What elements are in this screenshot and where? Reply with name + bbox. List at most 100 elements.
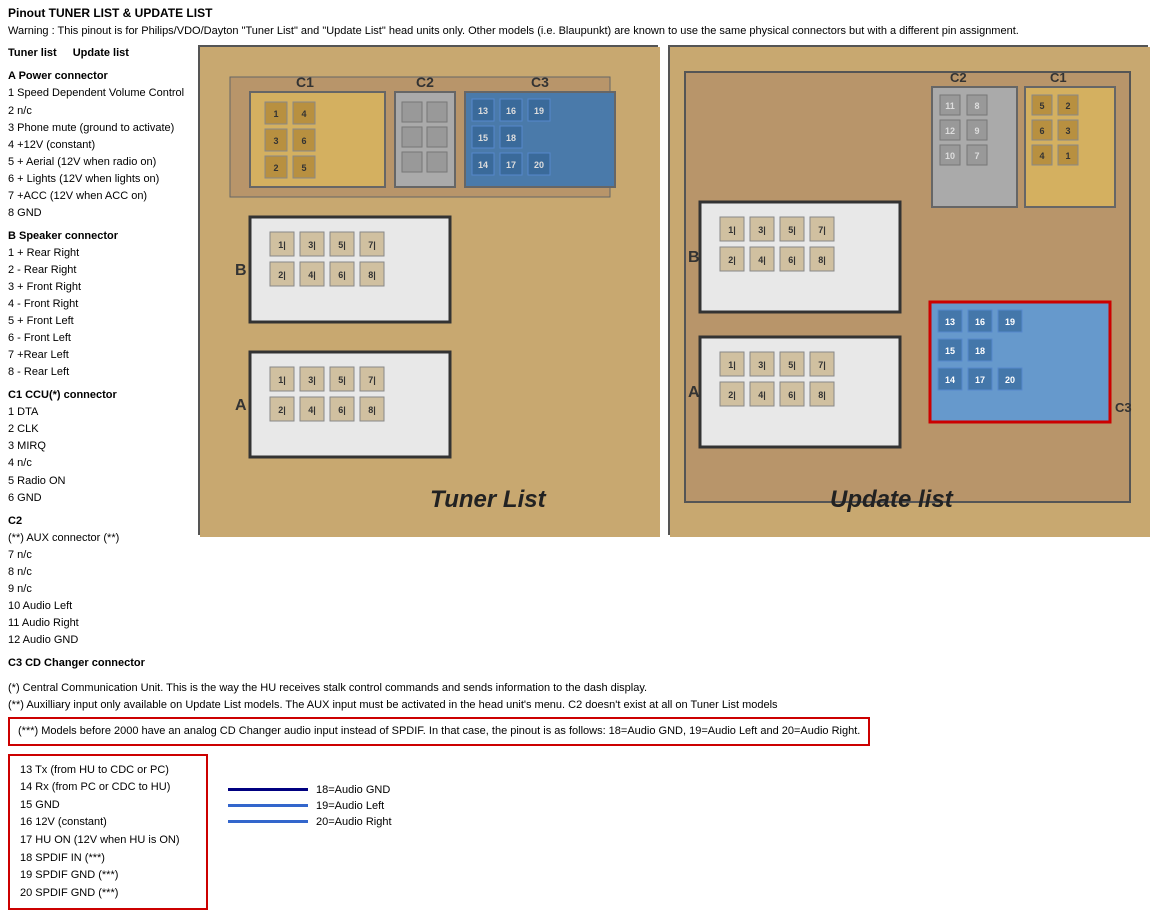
- section-c2-item-9: 9 n/c: [8, 581, 198, 598]
- section-c1: C1 CCU(*) connector 1 DTA 2 CLK 3 MIRQ 4…: [8, 387, 198, 506]
- svg-text:A: A: [688, 384, 700, 401]
- svg-text:14: 14: [478, 160, 488, 170]
- svg-text:2|: 2|: [278, 405, 286, 415]
- svg-text:19: 19: [1005, 317, 1015, 327]
- cdc-item-14: 14 Rx (from PC or CDC to HU): [20, 779, 196, 797]
- svg-text:15: 15: [478, 133, 488, 143]
- svg-text:5|: 5|: [788, 225, 796, 235]
- tab-tuner[interactable]: Tuner list: [8, 45, 57, 62]
- svg-text:6: 6: [301, 136, 306, 146]
- svg-text:1|: 1|: [278, 240, 286, 250]
- section-c2-subtitle: (**) AUX connector (**): [8, 530, 198, 547]
- svg-text:7|: 7|: [818, 360, 826, 370]
- wire-row-18: 18=Audio GND: [228, 784, 392, 796]
- footnote-3-text: (***) Models before 2000 have an analog …: [18, 725, 860, 737]
- svg-text:1|: 1|: [728, 360, 736, 370]
- page-title: Pinout TUNER LIST & UPDATE LIST: [0, 0, 1150, 22]
- section-b-item-1: 1 + Rear Right: [8, 245, 198, 262]
- svg-text:Update list: Update list: [830, 486, 954, 513]
- cdc-item-17: 17 HU ON (12V when HU is ON): [20, 832, 196, 850]
- section-b-item-6: 6 - Front Left: [8, 330, 198, 347]
- svg-text:C2: C2: [950, 70, 967, 85]
- svg-text:3|: 3|: [308, 240, 316, 250]
- svg-text:2: 2: [273, 163, 278, 173]
- svg-text:17: 17: [975, 375, 985, 385]
- section-a-item-7: 7 +ACC (12V when ACC on): [8, 188, 198, 205]
- svg-text:15: 15: [945, 346, 955, 356]
- svg-text:7: 7: [974, 151, 979, 161]
- svg-text:16: 16: [975, 317, 985, 327]
- left-panel: Tuner list Update list A Power connector…: [8, 45, 198, 672]
- tuner-diagram: C1 1 4 3 6 2 5: [198, 45, 658, 535]
- svg-text:C3: C3: [531, 74, 549, 90]
- svg-text:4: 4: [1039, 151, 1044, 161]
- svg-text:B: B: [235, 262, 247, 279]
- svg-text:18: 18: [506, 133, 516, 143]
- footnote-3-box: (***) Models before 2000 have an analog …: [8, 717, 870, 746]
- svg-text:5|: 5|: [338, 375, 346, 385]
- cdc-list: 13 Tx (from HU to CDC or PC) 14 Rx (from…: [8, 754, 208, 910]
- svg-text:5: 5: [1039, 101, 1044, 111]
- section-c1-title: C1 CCU(*) connector: [8, 387, 198, 404]
- svg-text:16: 16: [506, 106, 516, 116]
- svg-text:11: 11: [945, 101, 955, 111]
- section-c3: C3 CD Changer connector: [8, 655, 198, 672]
- svg-text:8|: 8|: [368, 405, 376, 415]
- section-c2-item-10: 10 Audio Left: [8, 598, 198, 615]
- cdc-item-20: 20 SPDIF GND (***): [20, 885, 196, 903]
- svg-text:3|: 3|: [758, 360, 766, 370]
- wire-label-19: 19=Audio Left: [316, 800, 384, 812]
- section-b-item-3: 3 + Front Right: [8, 279, 198, 296]
- svg-text:19: 19: [534, 106, 544, 116]
- section-c2: C2 (**) AUX connector (**) 7 n/c 8 n/c 9…: [8, 513, 198, 649]
- cdc-section: 13 Tx (from HU to CDC or PC) 14 Rx (from…: [0, 754, 1150, 910]
- svg-text:2|: 2|: [728, 390, 736, 400]
- svg-text:6|: 6|: [338, 405, 346, 415]
- tab-update[interactable]: Update list: [73, 45, 129, 62]
- wire-row-19: 19=Audio Left: [228, 800, 392, 812]
- svg-text:2: 2: [1065, 101, 1070, 111]
- wire-row-20: 20=Audio Right: [228, 816, 392, 828]
- section-c1-item-5: 5 Radio ON: [8, 473, 198, 490]
- svg-text:C1: C1: [1050, 70, 1067, 85]
- warning-text: Warning : This pinout is for Philips/VDO…: [0, 22, 1150, 45]
- wire-18: [228, 788, 308, 791]
- section-c3-title: C3 CD Changer connector: [8, 655, 198, 672]
- svg-text:4|: 4|: [758, 390, 766, 400]
- update-diagram: B 1| 3| 5| 7| 2| 4| 6|: [668, 45, 1148, 535]
- svg-text:C3: C3: [1115, 400, 1132, 415]
- section-b-item-7: 7 +Rear Left: [8, 347, 198, 364]
- svg-text:5: 5: [301, 163, 306, 173]
- svg-text:7|: 7|: [818, 225, 826, 235]
- section-a-item-2: 2 n/c: [8, 103, 198, 120]
- section-b-title: B Speaker connector: [8, 228, 198, 245]
- section-c1-item-6: 6 GND: [8, 490, 198, 507]
- svg-text:3|: 3|: [308, 375, 316, 385]
- svg-text:2|: 2|: [728, 255, 736, 265]
- svg-text:14: 14: [945, 375, 955, 385]
- svg-text:6|: 6|: [788, 390, 796, 400]
- svg-text:5|: 5|: [338, 240, 346, 250]
- section-c2-item-7: 7 n/c: [8, 547, 198, 564]
- section-c1-item-2: 2 CLK: [8, 421, 198, 438]
- section-a-item-6: 6 + Lights (12V when lights on): [8, 171, 198, 188]
- wire-label-20: 20=Audio Right: [316, 816, 392, 828]
- footnote-2: (**) Auxilliary input only available on …: [8, 697, 1142, 714]
- cdc-item-15: 15 GND: [20, 797, 196, 815]
- svg-text:20: 20: [1005, 375, 1015, 385]
- svg-text:5|: 5|: [788, 360, 796, 370]
- cdc-item-18: 18 SPDIF IN (***): [20, 850, 196, 868]
- svg-text:4|: 4|: [308, 270, 316, 280]
- cdc-item-19: 19 SPDIF GND (***): [20, 867, 196, 885]
- section-b-item-5: 5 + Front Left: [8, 313, 198, 330]
- section-c1-item-1: 1 DTA: [8, 404, 198, 421]
- cdc-wires: 18=Audio GND 19=Audio Left 20=Audio Righ…: [228, 784, 392, 910]
- svg-text:17: 17: [506, 160, 516, 170]
- section-c1-item-3: 3 MIRQ: [8, 438, 198, 455]
- section-b-item-8: 8 - Rear Left: [8, 364, 198, 381]
- tabs-header: Tuner list Update list: [8, 45, 198, 62]
- section-a-item-5: 5 + Aerial (12V when radio on): [8, 154, 198, 171]
- svg-text:1|: 1|: [278, 375, 286, 385]
- section-b: B Speaker connector 1 + Rear Right 2 - R…: [8, 228, 198, 381]
- svg-text:C2: C2: [416, 74, 434, 90]
